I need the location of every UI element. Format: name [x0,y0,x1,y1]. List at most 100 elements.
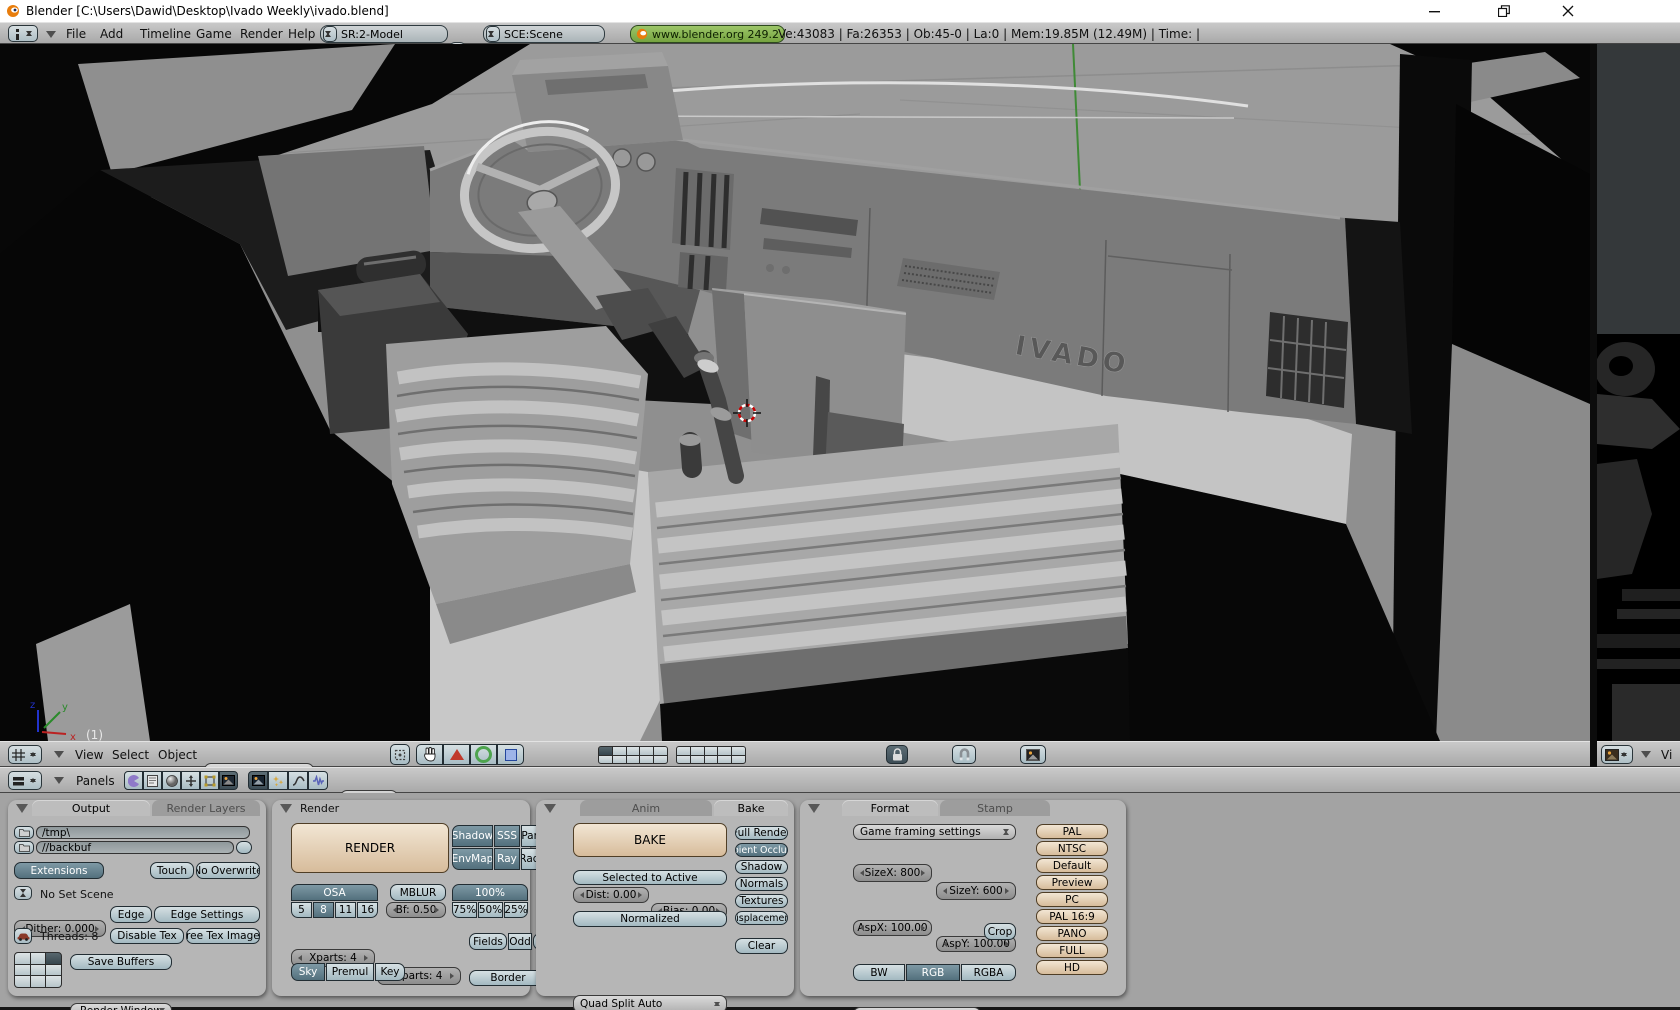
osa-8-button[interactable]: 8 [313,902,334,918]
bake-full-render-option[interactable]: Full Render [735,826,788,840]
logic-context-button[interactable] [124,771,143,790]
tab-stamp[interactable]: Stamp [940,800,1050,816]
area-divider[interactable] [1590,44,1597,767]
panel-collapse-icon[interactable] [544,804,556,819]
secondary-view-pane[interactable] [1595,44,1680,741]
no-overwrite-toggle[interactable]: No Overwrite [196,862,260,879]
autothreads-button[interactable] [14,928,32,944]
render-preview-button[interactable] [1020,745,1046,764]
free-tex-images-toggle[interactable]: Free Tex Images [186,928,260,944]
size-75-button[interactable]: 75% [452,902,477,918]
game-framing-button[interactable]: Game framing settings [853,824,1016,840]
sss-toggle[interactable]: SSS [494,825,520,847]
tab-render-layers[interactable]: Render Layers [152,800,260,816]
bw-toggle[interactable]: BW [853,964,905,981]
odd-toggle[interactable]: Odd [508,933,532,950]
render-output-path-field[interactable]: /tmp\ [36,826,250,839]
tab-bake[interactable]: Bake [714,800,788,816]
touch-toggle[interactable]: Touch [150,862,194,879]
crop-toggle[interactable]: Crop [984,923,1016,940]
ray-toggle[interactable]: Ray [494,848,520,870]
bake-button[interactable]: BAKE [573,823,727,857]
menu-timeline[interactable]: Timeline [140,27,191,41]
screen-browse-icon[interactable] [323,26,337,42]
preset-pal169-button[interactable]: PAL 16:9 [1036,909,1108,924]
shading-context-button[interactable] [162,771,181,790]
size-50-button[interactable]: 50% [478,902,503,918]
envmap-toggle[interactable]: EnvMap [452,848,493,870]
osa-11-button[interactable]: 11 [335,902,356,918]
scene-selector[interactable]: SCE:Scene [483,25,605,43]
manipulator-widget-button[interactable] [390,744,410,765]
tab-output[interactable]: Output [32,800,150,816]
blur-factor-field[interactable]: Bf: 0.50 [386,902,446,918]
preset-pc-button[interactable]: PC [1036,892,1108,907]
size-25-button[interactable]: 25% [504,902,528,918]
preset-pal-button[interactable]: PAL [1036,824,1108,839]
translate-manipulator-button[interactable] [443,744,470,765]
sky-toggle[interactable]: Sky [291,963,325,981]
scene-browse-icon[interactable] [486,26,500,42]
menu-object[interactable]: Object [158,748,197,762]
shadow-toggle[interactable]: Shadow [452,825,493,847]
buttons-window-type[interactable] [8,771,42,790]
menu-panels[interactable]: Panels [76,774,115,788]
sound-subcontext-button[interactable] [308,771,328,790]
bake-shadow-option[interactable]: Shadow [735,860,788,874]
rotate-manipulator-button[interactable] [470,744,497,765]
bake-normals-option[interactable]: Normals [735,877,788,891]
edge-settings-button[interactable]: Edge Settings [154,906,260,923]
preset-ntsc-button[interactable]: NTSC [1036,841,1108,856]
lock-layers-button[interactable] [886,745,908,764]
selected-to-active-toggle[interactable]: Selected to Active [573,870,727,885]
sizey-field[interactable]: SizeY: 600 [936,882,1016,900]
size-100-button[interactable]: 100% [452,884,528,901]
osa-5-button[interactable]: 5 [291,902,312,918]
header-collapse-icon[interactable] [1641,751,1651,763]
sequencer-subcontext-button[interactable] [268,771,288,790]
backbuf-use-button[interactable] [236,841,252,854]
render-display-position-widget[interactable] [14,952,62,988]
key-toggle[interactable]: Key [375,963,405,981]
tab-anim[interactable]: Anim [580,800,712,816]
version-badge[interactable]: www.blender.org 249.2 [630,25,786,43]
preset-full-button[interactable]: FULL [1036,943,1108,958]
set-scene-dropdown[interactable] [14,886,32,900]
bake-textures-option[interactable]: Textures [735,894,788,908]
mblur-toggle[interactable]: MBLUR [390,884,446,901]
hand-tool-button[interactable] [416,744,443,765]
snap-button[interactable] [952,745,976,764]
minimize-button[interactable] [1411,0,1457,22]
pane-type-button[interactable] [1601,745,1633,764]
layer-buttons-group-2[interactable] [676,746,746,764]
bake-displacement-option[interactable]: Displacement [735,911,788,925]
render-subcontext-button[interactable] [248,771,268,790]
rgba-toggle[interactable]: RGBA [961,964,1016,981]
quad-split-dropdown[interactable]: Quad Split Auto [573,995,727,1010]
bake-dist-field[interactable]: Dist: 0.00 [573,887,649,903]
viewport-type-button[interactable] [8,745,42,764]
render-button[interactable]: RENDER [291,823,449,873]
backbuf-browse-button[interactable] [14,841,34,854]
position-cell-active[interactable] [46,953,61,964]
close-button[interactable] [1545,0,1591,22]
panel-collapse-icon[interactable] [16,804,28,819]
preset-hd-button[interactable]: HD [1036,960,1108,975]
header-collapse-icon[interactable] [54,751,64,763]
panel-collapse-icon[interactable] [280,804,292,819]
preset-preview-button[interactable]: Preview [1036,875,1108,890]
menu-game[interactable]: Game [196,27,232,41]
premul-toggle[interactable]: Premul [326,963,374,981]
preset-default-button[interactable]: Default [1036,858,1108,873]
disable-tex-toggle[interactable]: Disable Tex [110,928,184,944]
edge-toggle[interactable]: Edge [110,906,152,923]
editing-context-button[interactable] [200,771,219,790]
scene-context-button[interactable] [219,771,238,790]
screen-selector[interactable]: SR:2-Model [320,25,448,43]
backbuf-path-field[interactable]: //backbuf [36,841,234,854]
tab-format[interactable]: Format [842,800,938,816]
scale-manipulator-button[interactable] [497,744,524,765]
anim-subcontext-button[interactable] [288,771,308,790]
object-context-button[interactable] [181,771,200,790]
restore-button[interactable] [1481,0,1527,22]
